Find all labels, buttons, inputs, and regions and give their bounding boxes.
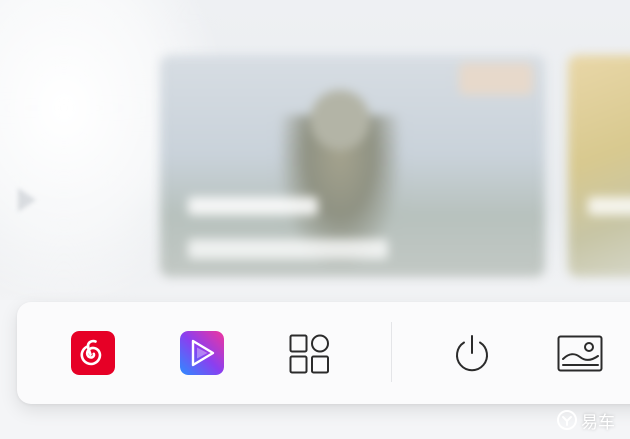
blurred-media-card-secondary — [568, 55, 630, 277]
blurred-card-tag — [459, 63, 533, 95]
dock-item-power[interactable] — [451, 333, 493, 375]
netease-cloud-music-icon — [71, 331, 115, 375]
watermark-text: 易车 — [581, 412, 615, 433]
dock-item-netease-music[interactable] — [71, 331, 115, 375]
dock-divider — [391, 322, 392, 382]
picture-icon — [557, 335, 603, 372]
background-play-icon — [18, 188, 36, 212]
power-icon — [456, 335, 488, 372]
blurred-card-title — [588, 197, 630, 215]
blurred-card-portrait — [310, 90, 370, 150]
blurred-card-title — [188, 197, 318, 215]
yiche-logo-icon — [557, 410, 577, 430]
dock-item-video-app[interactable] — [180, 331, 224, 375]
blurred-card-subtitle — [188, 239, 388, 259]
watermark: 易车 — [556, 406, 615, 434]
dock-item-wallpaper[interactable] — [557, 335, 603, 373]
video-play-icon — [180, 331, 224, 375]
apps-grid-icon — [289, 334, 329, 374]
blurred-media-card — [160, 55, 545, 277]
dock-item-apps-grid[interactable] — [288, 333, 332, 375]
